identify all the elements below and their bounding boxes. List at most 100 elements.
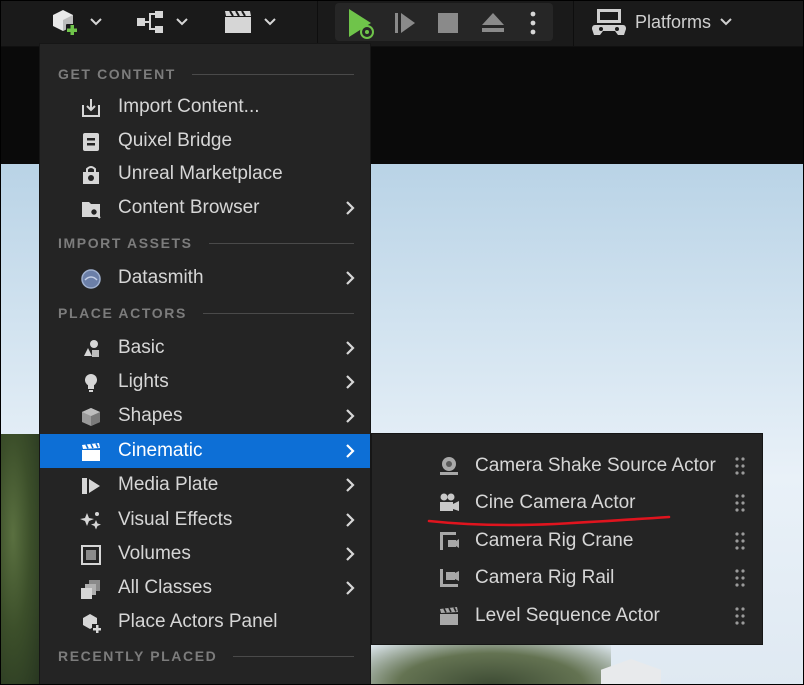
marketplace-icon	[83, 166, 99, 184]
light-bulb-icon	[85, 374, 97, 392]
chevron-right-icon	[346, 444, 355, 458]
cube-icon	[82, 408, 100, 426]
submenu-item-label: Camera Rig Rail	[475, 567, 615, 588]
basic-actors-icon	[84, 340, 99, 357]
cinematics-button[interactable]	[223, 7, 276, 37]
menu-item-label: Lights	[118, 371, 169, 392]
import-icon	[82, 99, 100, 117]
more-icon[interactable]	[527, 9, 539, 37]
platforms-button[interactable]: Platforms	[591, 5, 733, 39]
red-underline-annotation	[427, 515, 671, 527]
chevron-down-icon	[264, 18, 276, 26]
platforms-label: Platforms	[635, 11, 712, 32]
camera-rig-rail-icon	[440, 569, 459, 587]
menu-item-volumes[interactable]: Volumes	[40, 537, 370, 571]
drag-handle-icon[interactable]	[734, 456, 746, 476]
chevron-right-icon	[346, 478, 355, 492]
section-label: GET CONTENT	[58, 66, 176, 82]
section-import-assets: IMPORT ASSETS	[58, 235, 354, 251]
datasmith-icon	[81, 269, 101, 289]
menu-item-shapes[interactable]: Shapes	[40, 399, 370, 433]
blueprint-button[interactable]	[135, 7, 188, 37]
section-label: PLACE ACTORS	[58, 305, 187, 321]
stop-icon[interactable]	[435, 10, 461, 36]
menu-item-quixel-bridge[interactable]: Quixel Bridge	[40, 124, 370, 158]
menu-item-label: Datasmith	[118, 267, 204, 288]
menu-item-visual-effects[interactable]: Visual Effects	[40, 503, 370, 537]
menu-item-label: Quixel Bridge	[118, 130, 233, 151]
chevron-down-icon	[90, 18, 102, 26]
menu-item-unreal-marketplace[interactable]: Unreal Marketplace	[40, 157, 370, 191]
menu-item-label: Visual Effects	[118, 509, 233, 530]
menu-item-label: Media Plate	[118, 474, 219, 495]
chevron-right-icon	[346, 271, 355, 285]
cinematic-submenu: Camera Shake Source Actor Cine Camera Ac…	[371, 433, 763, 645]
section-get-content: GET CONTENT	[58, 66, 354, 82]
menu-item-media-plate[interactable]: Media Plate	[40, 468, 370, 502]
clapperboard-icon	[82, 443, 100, 461]
chevron-right-icon	[346, 547, 355, 561]
submenu-item-label: Camera Shake Source Actor	[475, 455, 716, 476]
menu-item-label: Content Browser	[118, 197, 260, 218]
chevron-right-icon	[346, 409, 355, 423]
chevron-down-icon	[176, 18, 188, 26]
quixel-bridge-icon	[83, 133, 99, 151]
menu-item-cinematic[interactable]: Cinematic	[40, 434, 370, 468]
menu-item-place-actors-panel[interactable]: Place Actors Panel	[40, 605, 370, 639]
drag-handle-icon[interactable]	[734, 493, 746, 513]
menu-item-label: Place Actors Panel	[118, 611, 278, 632]
content-browser-icon	[82, 202, 101, 219]
menu-item-label: Volumes	[118, 543, 191, 564]
media-plate-icon	[82, 478, 100, 494]
chevron-down-icon	[720, 18, 732, 26]
menu-item-content-browser[interactable]: Content Browser	[40, 191, 370, 225]
submenu-item-camera-shake-source-actor[interactable]: Camera Shake Source Actor	[372, 447, 762, 484]
play-controls	[335, 3, 553, 41]
drag-handle-icon[interactable]	[734, 531, 746, 551]
chevron-right-icon	[346, 513, 355, 527]
submenu-item-camera-rig-rail[interactable]: Camera Rig Rail	[372, 559, 762, 596]
menu-item-basic[interactable]: Basic	[40, 331, 370, 365]
section-place-actors: PLACE ACTORS	[58, 305, 354, 321]
menu-item-import-content[interactable]: Import Content...	[40, 90, 370, 124]
camera-rig-crane-icon	[440, 532, 459, 550]
section-recently-placed: RECENTLY PLACED	[58, 648, 354, 664]
add-content-icon	[53, 10, 78, 36]
section-label: RECENTLY PLACED	[58, 648, 218, 664]
menu-item-lights[interactable]: Lights	[40, 365, 370, 399]
play-icon[interactable]	[343, 6, 377, 40]
main-toolbar: Platforms	[1, 1, 803, 47]
tree-foliage	[1, 434, 41, 684]
submenu-item-level-sequence-actor[interactable]: Level Sequence Actor	[372, 597, 762, 634]
drag-handle-icon[interactable]	[734, 606, 746, 626]
menu-item-label: Cinematic	[118, 440, 203, 461]
menu-item-label: Shapes	[118, 405, 183, 426]
chevron-right-icon	[346, 201, 355, 215]
visual-effects-icon	[80, 512, 101, 530]
eject-icon[interactable]	[479, 9, 507, 37]
chevron-right-icon	[346, 581, 355, 595]
menu-item-label: All Classes	[118, 577, 212, 598]
section-label: IMPORT ASSETS	[58, 235, 193, 251]
camera-shake-icon	[440, 457, 458, 475]
drag-handle-icon[interactable]	[734, 568, 746, 588]
menu-item-datasmith[interactable]: Datasmith	[40, 261, 370, 295]
menu-item-all-classes[interactable]: All Classes	[40, 571, 370, 605]
place-actors-icon	[83, 614, 102, 634]
add-content-menu: GET CONTENT Import Content... Quixel Bri…	[39, 43, 371, 684]
chevron-right-icon	[346, 341, 355, 355]
blueprint-icon	[137, 11, 163, 33]
add-content-button[interactable]	[49, 7, 102, 37]
menu-item-label: Import Content...	[118, 96, 260, 117]
volume-icon	[81, 545, 101, 565]
submenu-item-label: Level Sequence Actor	[475, 605, 660, 626]
all-classes-icon	[81, 580, 100, 599]
menu-item-label: Unreal Marketplace	[118, 163, 283, 184]
cinematics-icon	[225, 10, 251, 33]
distant-trees	[371, 644, 611, 684]
advance-frame-icon[interactable]	[391, 9, 419, 37]
level-sequence-icon	[440, 607, 458, 625]
submenu-item-label: Camera Rig Crane	[475, 530, 634, 551]
platforms-icon	[592, 9, 626, 35]
menu-item-label: Basic	[118, 337, 165, 358]
